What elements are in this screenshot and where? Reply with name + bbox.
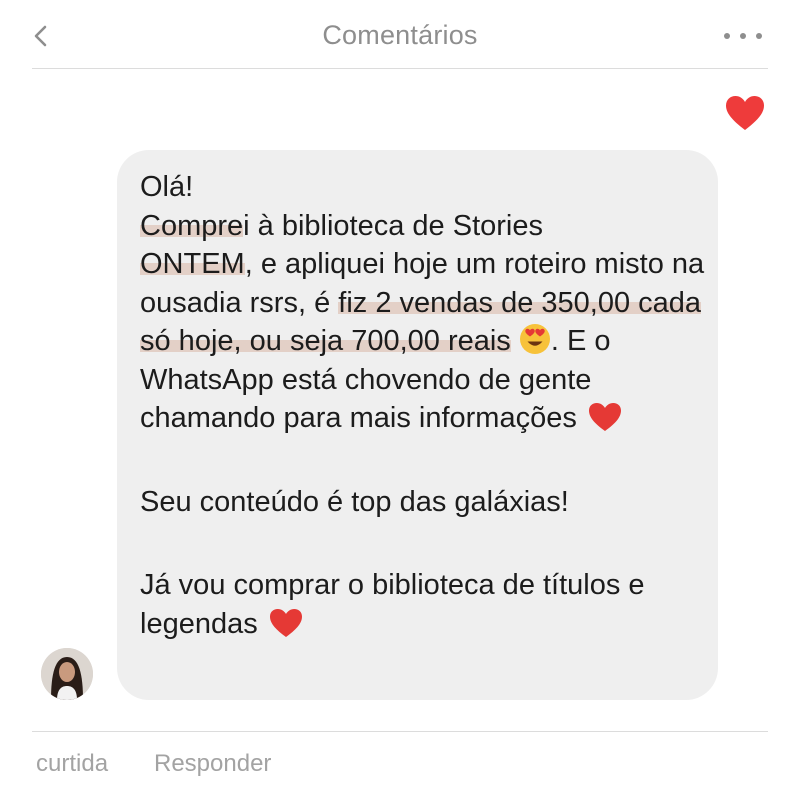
more-horizontal-icon [724,33,762,39]
text-span: Já vou comprar o biblioteca de títulos e… [140,569,645,640]
profile-photo-icon [41,648,93,700]
paragraph-2: Seu conteúdo é top das galáxias! [140,485,569,518]
header-divider [32,68,768,69]
footer-divider [32,731,768,732]
header: Comentários [0,0,800,70]
red-heart-emoji-icon [269,608,302,637]
paragraph-1: Comprei à biblioteca de Stories ONTEM, e … [140,207,710,438]
heart-icon [726,96,764,130]
red-heart-emoji-icon [588,403,621,431]
like-button[interactable] [724,94,766,132]
avatar[interactable] [41,648,93,700]
text-span: i à biblioteca de Stories [243,209,543,242]
paragraph-3: Já vou comprar o biblioteca de títulos e… [140,566,710,643]
liked-label: curtida [36,750,109,777]
more-options-button[interactable] [718,24,768,48]
comment-text: Olá! Comprei à biblioteca de Stories ONTE… [140,168,710,643]
reply-button[interactable]: Responder [154,750,271,778]
page-title: Comentários [322,20,478,50]
heart-eyes-emoji-icon [519,324,550,354]
highlighted-text: Compre [140,209,244,242]
greeting-text: Olá! [140,171,194,203]
highlighted-text: ONTEM [140,248,245,280]
